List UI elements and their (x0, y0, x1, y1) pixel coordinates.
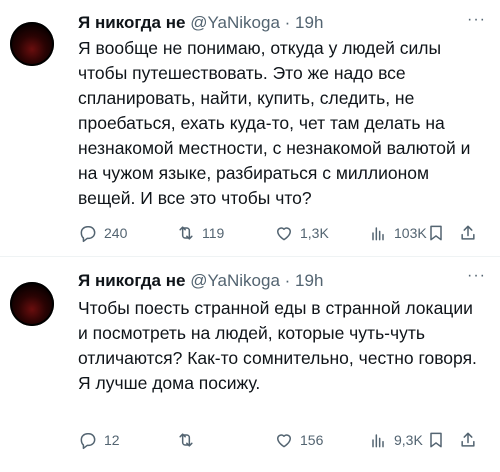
timestamp[interactable]: · 19h (285, 271, 324, 290)
divider (0, 256, 500, 257)
author-name[interactable]: Я никогда не (78, 13, 185, 32)
avatar[interactable] (10, 22, 54, 66)
bookmark-icon (430, 225, 442, 241)
views-button[interactable]: 9,3K (368, 428, 423, 452)
share-icon (461, 432, 475, 447)
more-options-icon[interactable]: ··· (467, 268, 486, 284)
tweet[interactable]: Я никогда не @YaNikoga · 19h ··· Я вообщ… (0, 0, 500, 252)
bookmark-icon (430, 432, 442, 448)
views-count: 9,3K (394, 432, 423, 448)
views-count: 103K (394, 225, 427, 241)
like-button[interactable]: 156 (274, 428, 323, 452)
retweet-icon (179, 226, 193, 240)
author-handle[interactable]: @YaNikoga (190, 13, 280, 32)
reply-button[interactable]: 240 (78, 221, 127, 245)
retweet-icon (179, 433, 193, 447)
views-icon (372, 227, 384, 241)
bookmark-button[interactable] (426, 428, 446, 452)
tweet-text: Я вообще не понимаю, откуда у людей силы… (78, 38, 471, 208)
avatar[interactable] (10, 282, 54, 326)
author-name[interactable]: Я никогда не (78, 271, 185, 290)
reply-count: 12 (104, 432, 120, 448)
action-bar: 240 119 1,3K 103K (78, 221, 486, 245)
tweet-header: Я никогда не @YaNikoga · 19h (78, 12, 460, 34)
action-bar: 12 156 9,3K (78, 428, 486, 452)
share-icon (461, 225, 475, 240)
share-button[interactable] (458, 428, 478, 452)
author-handle[interactable]: @YaNikoga (190, 271, 280, 290)
like-button[interactable]: 1,3K (274, 221, 329, 245)
reply-button[interactable]: 12 (78, 428, 120, 452)
retweet-button[interactable] (176, 428, 202, 452)
retweet-button[interactable]: 119 (176, 221, 224, 245)
tweet-text: Чтобы поесть странной еды в странной лок… (78, 298, 477, 393)
reply-icon (80, 226, 96, 243)
retweet-count: 119 (202, 225, 225, 241)
more-options-icon[interactable]: ··· (467, 12, 486, 28)
heart-icon (277, 434, 291, 448)
views-button[interactable]: 103K (368, 221, 427, 245)
timestamp[interactable]: · 19h (285, 13, 324, 32)
bookmark-button[interactable] (426, 221, 446, 245)
like-count: 1,3K (300, 225, 329, 241)
share-button[interactable] (458, 221, 478, 245)
reply-icon (80, 433, 96, 450)
reply-count: 240 (104, 225, 128, 241)
views-icon (372, 434, 384, 448)
tweet-header: Я никогда не @YaNikoga · 19h (78, 270, 460, 292)
heart-icon (277, 227, 291, 241)
like-count: 156 (300, 432, 324, 448)
